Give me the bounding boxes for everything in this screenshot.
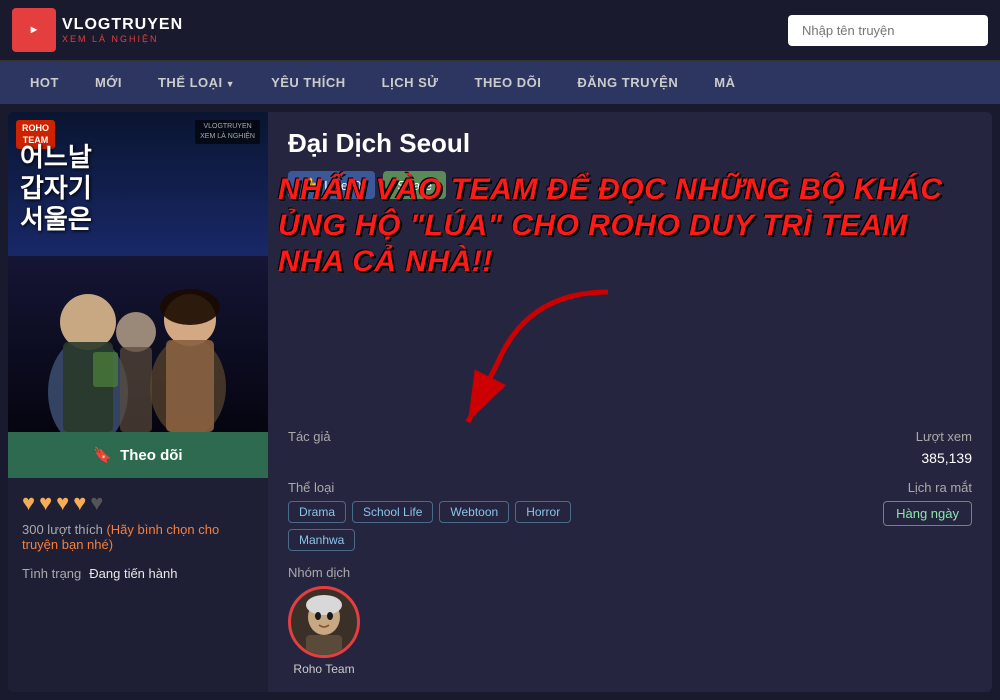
nav-yeu-thich[interactable]: YÊU THÍCH	[253, 61, 364, 104]
team-avatar-inner	[291, 589, 357, 655]
heart-3[interactable]: ♥	[56, 490, 69, 516]
right-panel: Đại Dịch Seoul 👍 Like 0 Share NHẤN VÀO T…	[268, 112, 992, 692]
nhom-dich-row: Nhóm dịch	[288, 565, 620, 676]
nav-bar: HOT MỚI THỂ LOẠI YÊU THÍCH LỊCH SỬ THEO …	[0, 61, 1000, 104]
main-content: ROHO TEAM VLOGTRUYEN XEM LÀ NGHIỆN 어느날갑자…	[8, 112, 992, 692]
info-grid: Tác giả Lượt xem 385,139 Thể loại Drama …	[288, 429, 972, 676]
logo-text: VLOGTRUYEN XEM LÀ NGHIỆN	[62, 16, 183, 44]
promo-arrow	[448, 272, 648, 432]
like-count-row: 300 lượt thích (Hãy bình chọn cho truyện…	[8, 520, 268, 556]
luot-xem-row: Lượt xem 385,139	[640, 429, 972, 466]
lich-ra-mat-badge: Hàng ngày	[883, 501, 972, 526]
lich-ra-mat-container: Hàng ngày	[640, 501, 972, 526]
header: ▶ VLOGTRUYEN XEM LÀ NGHIỆN	[0, 0, 1000, 61]
bookmark-icon: 🔖	[93, 446, 112, 464]
nav-moi[interactable]: MỚI	[77, 61, 140, 104]
tag-horror[interactable]: Horror	[515, 501, 571, 523]
logo[interactable]: ▶ VLOGTRUYEN XEM LÀ NGHIỆN	[12, 8, 183, 52]
tag-drama[interactable]: Drama	[288, 501, 346, 523]
left-panel: ROHO TEAM VLOGTRUYEN XEM LÀ NGHIỆN 어느날갑자…	[8, 112, 268, 692]
the-loai-row: Thể loại Drama School Life Webtoon Horro…	[288, 480, 620, 551]
cover-art: ROHO TEAM VLOGTRUYEN XEM LÀ NGHIỆN 어느날갑자…	[8, 112, 268, 432]
cover-characters	[8, 212, 268, 432]
logo-sub: XEM LÀ NGHIỆN	[62, 34, 183, 44]
nav-hot[interactable]: HOT	[12, 61, 77, 104]
logo-main: VLOGTRUYEN	[62, 16, 183, 34]
team-name: Roho Team	[288, 662, 360, 676]
avatar-svg	[291, 589, 357, 655]
logo-icon: ▶	[12, 8, 56, 52]
heart-4[interactable]: ♥	[73, 490, 86, 516]
lich-ra-mat-row: Lịch ra mắt Hàng ngày	[640, 480, 972, 551]
nhom-dich-container: Roho Team	[288, 586, 620, 676]
heart-2[interactable]: ♥	[39, 490, 52, 516]
search-box[interactable]	[788, 15, 988, 46]
nav-the-loai[interactable]: THỂ LOẠI	[140, 61, 253, 104]
team-avatar[interactable]	[288, 586, 360, 658]
heart-1[interactable]: ♥	[22, 490, 35, 516]
tac-gia-row: Tác giả	[288, 429, 620, 466]
follow-button[interactable]: 🔖 Theo dõi	[8, 432, 268, 478]
nav-lich-su[interactable]: LỊCH SỬ	[364, 61, 457, 104]
nav-ma[interactable]: MÀ	[696, 61, 753, 104]
tags-container: Drama School Life Webtoon Horror Manhwa	[288, 501, 620, 551]
manga-title: Đại Dịch Seoul	[288, 128, 972, 159]
tag-school-life[interactable]: School Life	[352, 501, 433, 523]
manga-detail: ROHO TEAM VLOGTRUYEN XEM LÀ NGHIỆN 어느날갑자…	[8, 112, 992, 692]
cover-image: ROHO TEAM VLOGTRUYEN XEM LÀ NGHIỆN 어느날갑자…	[8, 112, 268, 432]
promo-text: NHẤN VÀO TEAM ĐỂ ĐỌC NHỮNG BỘ KHÁC ỦNG H…	[278, 172, 982, 280]
heart-5[interactable]: ♥	[90, 490, 103, 516]
nav-theo-doi[interactable]: THEO DÕI	[457, 61, 560, 104]
tag-manhwa[interactable]: Manhwa	[288, 529, 355, 551]
search-input[interactable]	[788, 15, 988, 46]
cover-watermark: VLOGTRUYEN XEM LÀ NGHIỆN	[195, 120, 260, 144]
hearts-row: ♥ ♥ ♥ ♥ ♥	[8, 478, 268, 520]
status-row: Tình trạng Đang tiến hành	[8, 556, 268, 591]
tag-webtoon[interactable]: Webtoon	[439, 501, 509, 523]
nav-dang-truyen[interactable]: ĐĂNG TRUYỆN	[559, 61, 696, 104]
